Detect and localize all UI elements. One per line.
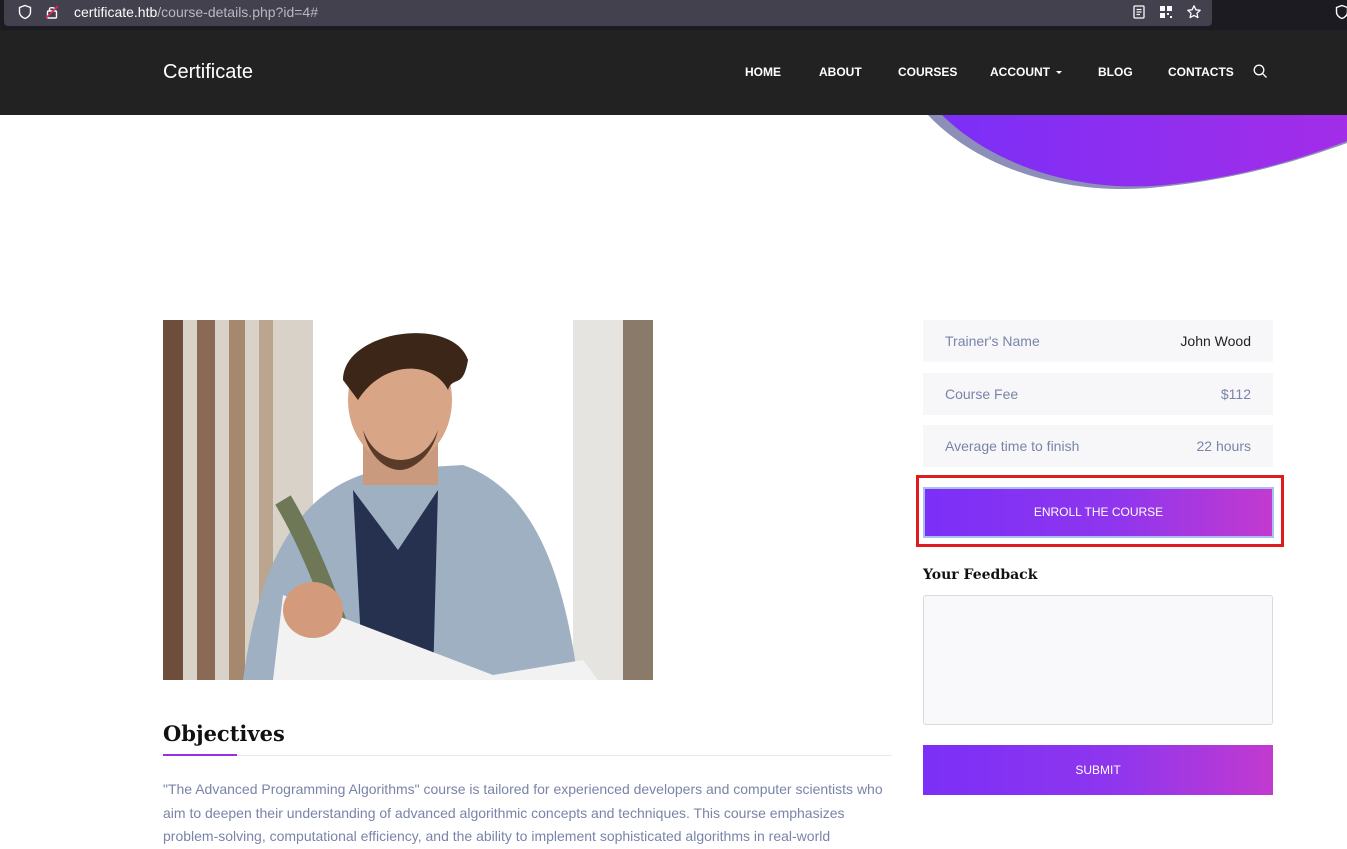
nav-about[interactable]: ABOUT bbox=[819, 65, 862, 79]
search-icon[interactable] bbox=[1253, 64, 1268, 79]
bookmark-star-icon[interactable] bbox=[1186, 4, 1202, 20]
reader-view-icon[interactable] bbox=[1131, 4, 1147, 20]
objectives-title: Objectives bbox=[163, 721, 285, 746]
fee-value: $112 bbox=[1220, 386, 1251, 402]
enroll-button[interactable]: ENROLL THE COURSE bbox=[923, 487, 1274, 538]
nav-home[interactable]: HOME bbox=[745, 65, 781, 79]
objectives-divider bbox=[163, 755, 892, 756]
url-path: /course-details.php?id=4# bbox=[157, 4, 318, 20]
browser-toolbar: certificate.htb/course-details.php?id=4# bbox=[0, 0, 1347, 30]
url-host: certificate.htb bbox=[74, 4, 158, 20]
chevron-down-icon bbox=[1056, 71, 1062, 75]
objectives-accent-line bbox=[163, 754, 237, 756]
lock-icon[interactable] bbox=[44, 4, 60, 20]
nav-blog[interactable]: BLOG bbox=[1098, 65, 1133, 79]
objectives-text: "The Advanced Programming Algorithms" co… bbox=[163, 781, 883, 844]
shield-icon[interactable] bbox=[1334, 4, 1347, 20]
site-brand[interactable]: Certificate bbox=[163, 61, 253, 84]
address-bar[interactable]: certificate.htb/course-details.php?id=4# bbox=[4, 0, 1212, 26]
feedback-title: Your Feedback bbox=[923, 567, 1038, 583]
duration-label: Average time to finish bbox=[945, 438, 1080, 454]
trainer-value: John Wood bbox=[1180, 333, 1251, 349]
feedback-textarea[interactable] bbox=[923, 595, 1273, 725]
trainer-row: Trainer's Name John Wood bbox=[923, 320, 1273, 362]
shield-icon[interactable] bbox=[17, 4, 33, 20]
decorative-wave bbox=[920, 115, 1347, 195]
qr-code-icon[interactable] bbox=[1158, 4, 1174, 20]
nav-courses[interactable]: COURSES bbox=[898, 65, 957, 79]
nav-contacts[interactable]: CONTACTS bbox=[1168, 65, 1234, 79]
url-text[interactable]: certificate.htb/course-details.php?id=4# bbox=[74, 4, 318, 20]
trainer-label: Trainer's Name bbox=[945, 333, 1040, 349]
duration-row: Average time to finish 22 hours bbox=[923, 425, 1273, 467]
duration-value: 22 hours bbox=[1196, 438, 1251, 454]
submit-button[interactable]: SUBMIT bbox=[923, 745, 1273, 795]
nav-account-label: ACCOUNT bbox=[990, 65, 1050, 79]
fee-label: Course Fee bbox=[945, 386, 1019, 402]
fee-row: Course Fee $112 bbox=[923, 373, 1273, 415]
nav-account[interactable]: ACCOUNT bbox=[990, 65, 1062, 79]
site-header: Certificate HOME ABOUT COURSES ACCOUNT B… bbox=[0, 30, 1347, 115]
course-image bbox=[163, 320, 653, 680]
